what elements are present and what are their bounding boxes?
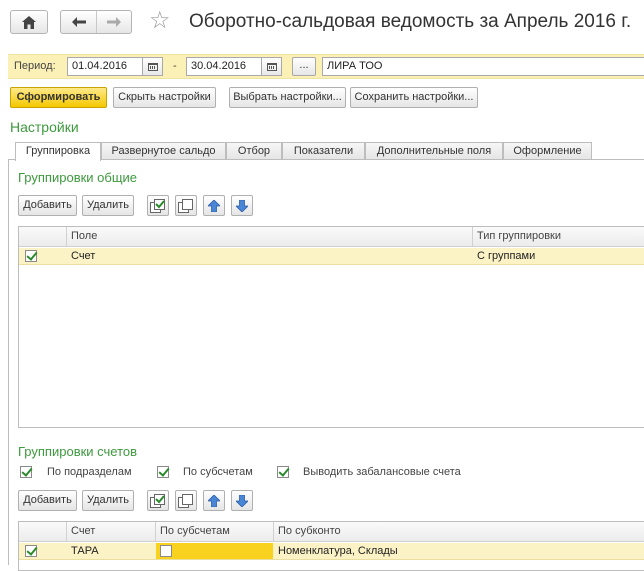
row-account: ТАРА bbox=[71, 545, 99, 557]
arrow-up-icon bbox=[208, 199, 220, 212]
history-nav bbox=[60, 10, 132, 34]
period-from-input[interactable]: 01.04.2016 bbox=[67, 57, 143, 76]
arrow-down-icon bbox=[236, 199, 248, 212]
delete-account-grouping-button[interactable]: Удалить bbox=[82, 490, 134, 511]
check-all-icon bbox=[150, 198, 165, 213]
row-grouping-type: С группами bbox=[477, 250, 536, 262]
move-up-button[interactable] bbox=[203, 490, 225, 511]
generate-report-button[interactable]: Сформировать bbox=[10, 87, 107, 108]
favorite-star-icon[interactable]: ☆ bbox=[149, 6, 171, 36]
hide-settings-button[interactable]: Скрыть настройки bbox=[113, 87, 216, 108]
tab-filter[interactable]: Отбор bbox=[226, 142, 282, 160]
off-balance-checkbox[interactable] bbox=[277, 466, 289, 478]
check-all-icon bbox=[150, 493, 165, 508]
row-subconto: Номенклатура, Склады bbox=[278, 545, 398, 557]
tab-expanded-balance[interactable]: Развернутое сальдо bbox=[101, 142, 226, 160]
period-select-button[interactable]: ... bbox=[292, 57, 316, 76]
tab-additional-fields[interactable]: Дополнительные поля bbox=[365, 142, 503, 160]
check-all-button[interactable] bbox=[147, 195, 169, 216]
uncheck-all-icon bbox=[178, 198, 193, 213]
organization-input[interactable]: ЛИРА ТОО bbox=[322, 57, 644, 76]
forward-button[interactable] bbox=[96, 11, 131, 33]
row-checkbox[interactable] bbox=[25, 250, 37, 262]
table-header: Счет По субсчетам По субконто bbox=[19, 522, 644, 542]
calendar-icon bbox=[147, 62, 158, 71]
general-groupings-table[interactable]: Поле Тип группировки Счет С группами bbox=[18, 226, 644, 428]
by-subsections-label: По подразделам bbox=[47, 466, 132, 478]
tab-indicators[interactable]: Показатели bbox=[282, 142, 365, 160]
add-account-grouping-button[interactable]: Добавить bbox=[18, 490, 77, 511]
row-checkbox[interactable] bbox=[25, 545, 37, 557]
off-balance-label: Выводить забалансовые счета bbox=[303, 466, 461, 478]
period-dash: - bbox=[173, 60, 177, 72]
home-button[interactable] bbox=[10, 10, 48, 34]
uncheck-all-icon bbox=[178, 493, 193, 508]
panel-border bbox=[8, 160, 9, 565]
uncheck-all-button[interactable] bbox=[175, 490, 197, 511]
tab-divider bbox=[8, 159, 644, 160]
row-subaccounts-checkbox[interactable] bbox=[160, 545, 172, 557]
save-settings-button[interactable]: Сохранить настройки... bbox=[350, 87, 478, 108]
back-button[interactable] bbox=[61, 11, 96, 33]
page-title: Оборотно-сальдовая ведомость за Апрель 2… bbox=[189, 11, 632, 32]
uncheck-all-button[interactable] bbox=[175, 195, 197, 216]
column-header-account[interactable]: Счет bbox=[67, 522, 95, 541]
arrow-right-icon bbox=[107, 17, 121, 27]
row-subaccounts-cell[interactable] bbox=[156, 543, 273, 559]
period-to-input[interactable]: 30.04.2016 bbox=[186, 57, 262, 76]
check-all-button[interactable] bbox=[147, 490, 169, 511]
add-grouping-button[interactable]: Добавить bbox=[18, 195, 77, 216]
column-header-by-subconto[interactable]: По субконто bbox=[274, 522, 341, 541]
by-subsections-checkbox[interactable] bbox=[20, 466, 32, 478]
move-down-button[interactable] bbox=[231, 490, 253, 511]
choose-settings-button[interactable]: Выбрать настройки... bbox=[229, 87, 346, 108]
table-row[interactable]: ТАРА Номенклатура, Склады bbox=[19, 543, 644, 560]
by-subaccounts-checkbox[interactable] bbox=[157, 466, 169, 478]
account-groupings-table[interactable]: Счет По субсчетам По субконто ТАРА Номен… bbox=[18, 521, 644, 571]
move-up-button[interactable] bbox=[203, 195, 225, 216]
general-groupings-title: Группировки общие bbox=[18, 170, 138, 185]
calendar-from-button[interactable] bbox=[143, 57, 163, 76]
column-header-grouping-type[interactable]: Тип группировки bbox=[473, 227, 561, 246]
move-down-button[interactable] bbox=[231, 195, 253, 216]
delete-grouping-button[interactable]: Удалить bbox=[82, 195, 134, 216]
calendar-icon bbox=[266, 62, 277, 71]
arrow-left-icon bbox=[71, 17, 86, 27]
account-groupings-title: Группировки счетов bbox=[18, 444, 138, 459]
tab-grouping[interactable]: Группировка bbox=[15, 142, 101, 161]
period-label: Период: bbox=[14, 60, 56, 72]
table-header: Поле Тип группировки bbox=[19, 227, 644, 247]
column-header-field[interactable]: Поле bbox=[67, 227, 97, 246]
tab-formatting[interactable]: Оформление bbox=[503, 142, 592, 160]
table-row[interactable]: Счет С группами bbox=[19, 248, 644, 265]
calendar-to-button[interactable] bbox=[262, 57, 282, 76]
arrow-down-icon bbox=[236, 494, 248, 507]
by-subaccounts-label: По субсчетам bbox=[183, 466, 253, 478]
row-field: Счет bbox=[71, 250, 96, 262]
column-header-by-subaccounts[interactable]: По субсчетам bbox=[156, 522, 230, 541]
arrow-up-icon bbox=[208, 494, 220, 507]
home-icon bbox=[22, 15, 36, 29]
settings-title: Настройки bbox=[10, 119, 79, 135]
